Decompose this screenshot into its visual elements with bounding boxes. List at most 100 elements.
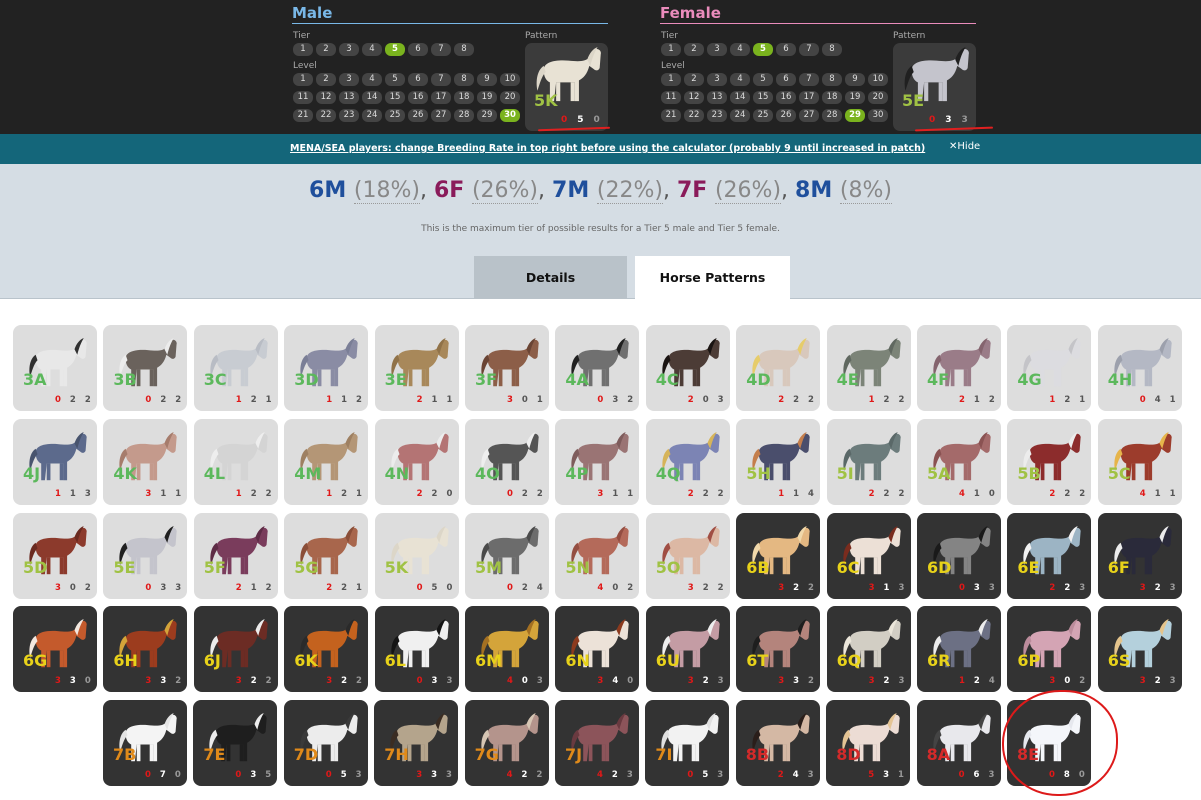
female-level-option[interactable]: 15 — [753, 91, 773, 104]
male-level-option[interactable]: 12 — [316, 91, 336, 104]
female-level-option[interactable]: 17 — [799, 91, 819, 104]
horse-pattern-card[interactable]: 6U 3 2 3 — [645, 606, 730, 693]
male-level-option[interactable]: 1 — [293, 73, 313, 86]
female-level-option[interactable]: 14 — [730, 91, 750, 104]
horse-pattern-card[interactable]: 6R 1 2 4 — [917, 606, 1001, 693]
female-pattern-selector[interactable]: 5E 0 3 3 — [893, 43, 976, 131]
female-level-option[interactable]: 1 — [661, 73, 681, 86]
notice-message[interactable]: MENA/SEA players: change Breeding Rate i… — [290, 143, 925, 154]
male-level-option[interactable]: 7 — [431, 73, 451, 86]
female-level-option[interactable]: 25 — [753, 109, 773, 122]
female-level-option[interactable]: 20 — [868, 91, 888, 104]
female-level-option[interactable]: 4 — [730, 73, 750, 86]
female-tier-option[interactable]: 4 — [730, 43, 750, 56]
horse-pattern-card[interactable]: 3F 3 0 1 — [465, 325, 549, 411]
horse-pattern-card[interactable]: 5O 3 2 2 — [645, 512, 730, 599]
horse-pattern-card[interactable]: 6Q 3 2 3 — [826, 606, 911, 693]
horse-pattern-card[interactable]: 5I 2 2 2 — [826, 418, 911, 505]
horse-pattern-card[interactable]: 8B 2 4 3 — [735, 700, 820, 787]
horse-pattern-card[interactable]: 6G 3 3 0 — [13, 606, 97, 693]
horse-pattern-card[interactable]: 5B 2 2 2 — [1007, 418, 1092, 505]
male-level-option[interactable]: 4 — [362, 73, 382, 86]
male-level-option[interactable]: 9 — [477, 73, 497, 86]
female-tier-option[interactable]: 7 — [799, 43, 819, 56]
female-level-option[interactable]: 21 — [661, 109, 681, 122]
female-level-option[interactable]: 11 — [661, 91, 681, 104]
horse-pattern-card[interactable]: 4H 0 4 1 — [1097, 325, 1182, 411]
male-level-option[interactable]: 24 — [362, 109, 382, 122]
horse-pattern-card[interactable]: 6S 3 2 3 — [1097, 606, 1182, 693]
male-level-option[interactable]: 10 — [500, 73, 520, 86]
horse-pattern-card[interactable]: 7G 4 2 2 — [464, 700, 549, 787]
female-tier-option[interactable]: 2 — [684, 43, 704, 56]
horse-pattern-card[interactable]: 4E 1 2 2 — [826, 325, 911, 411]
horse-pattern-card[interactable]: 6L 0 3 3 — [374, 606, 459, 693]
male-level-option[interactable]: 11 — [293, 91, 313, 104]
horse-pattern-card[interactable]: 5D 3 0 2 — [13, 512, 97, 599]
female-level-option[interactable]: 18 — [822, 91, 842, 104]
female-level-option[interactable]: 10 — [868, 73, 888, 86]
male-level-option[interactable]: 23 — [339, 109, 359, 122]
horse-pattern-card[interactable]: 6J 3 2 2 — [193, 606, 278, 693]
horse-pattern-card[interactable]: 7H 3 3 3 — [374, 700, 459, 787]
female-level-option[interactable]: 28 — [822, 109, 842, 122]
horse-pattern-card[interactable]: 6C 3 1 3 — [826, 512, 911, 599]
male-level-option[interactable]: 26 — [408, 109, 428, 122]
female-level-option[interactable]: 22 — [684, 109, 704, 122]
male-level-option[interactable]: 29 — [477, 109, 497, 122]
female-level-option[interactable]: 8 — [822, 73, 842, 86]
male-level-option[interactable]: 3 — [339, 73, 359, 86]
male-level-option[interactable]: 22 — [316, 109, 336, 122]
horse-pattern-card[interactable]: 4C 2 0 3 — [645, 325, 730, 411]
female-level-option[interactable]: 13 — [707, 91, 727, 104]
male-level-option[interactable]: 20 — [500, 91, 520, 104]
horse-pattern-card[interactable]: 7E 0 3 5 — [193, 700, 278, 787]
male-level-option[interactable]: 30 — [500, 109, 520, 122]
horse-pattern-card[interactable]: 5N 4 0 2 — [555, 512, 640, 599]
horse-pattern-card[interactable]: 6T 3 3 2 — [736, 606, 821, 693]
male-tier-option[interactable]: 7 — [431, 43, 451, 56]
horse-pattern-card[interactable]: 6D 0 3 3 — [917, 512, 1001, 599]
horse-pattern-card[interactable]: 4P 3 1 1 — [555, 418, 640, 505]
horse-pattern-card[interactable]: 6B 3 2 2 — [736, 512, 821, 599]
male-level-option[interactable]: 19 — [477, 91, 497, 104]
female-tier-option[interactable]: 8 — [822, 43, 842, 56]
male-level-option[interactable]: 28 — [454, 109, 474, 122]
male-level-option[interactable]: 6 — [408, 73, 428, 86]
horse-pattern-card[interactable]: 4N 2 2 0 — [374, 418, 459, 505]
horse-pattern-card[interactable]: 3B 0 2 2 — [103, 325, 188, 411]
female-level-option[interactable]: 6 — [776, 73, 796, 86]
horse-pattern-card[interactable]: 5A 4 1 0 — [917, 418, 1001, 505]
horse-pattern-card[interactable]: 4Q 2 2 2 — [645, 418, 730, 505]
male-tier-option[interactable]: 5 — [385, 43, 405, 56]
horse-pattern-card[interactable]: 6H 3 3 2 — [103, 606, 188, 693]
male-level-option[interactable]: 15 — [385, 91, 405, 104]
horse-pattern-card[interactable]: 4J 1 1 3 — [13, 418, 97, 505]
female-tier-option[interactable]: 3 — [707, 43, 727, 56]
male-level-option[interactable]: 5 — [385, 73, 405, 86]
male-tier-option[interactable]: 1 — [293, 43, 313, 56]
female-level-option[interactable]: 2 — [684, 73, 704, 86]
horse-pattern-card[interactable]: 4M 1 2 1 — [284, 418, 369, 505]
horse-pattern-card[interactable]: 4G 1 2 1 — [1007, 325, 1092, 411]
male-level-option[interactable]: 25 — [385, 109, 405, 122]
horse-pattern-card[interactable]: 5M 0 2 4 — [465, 512, 549, 599]
horse-pattern-card[interactable]: 8D 5 3 1 — [826, 700, 911, 787]
female-tier-option[interactable]: 6 — [776, 43, 796, 56]
horse-pattern-card[interactable]: 4K 3 1 1 — [103, 418, 188, 505]
male-level-option[interactable]: 18 — [454, 91, 474, 104]
horse-pattern-card[interactable]: 7B 0 7 0 — [103, 700, 187, 787]
horse-pattern-card[interactable]: 7D 0 5 3 — [283, 700, 368, 787]
horse-pattern-card[interactable]: 6M 4 0 3 — [465, 606, 549, 693]
male-level-option[interactable]: 8 — [454, 73, 474, 86]
horse-pattern-card[interactable]: 6E 2 2 3 — [1007, 512, 1092, 599]
male-level-option[interactable]: 2 — [316, 73, 336, 86]
horse-pattern-card[interactable]: 3C 1 2 1 — [193, 325, 278, 411]
male-level-option[interactable]: 14 — [362, 91, 382, 104]
female-level-option[interactable]: 29 — [845, 109, 865, 122]
male-level-option[interactable]: 13 — [339, 91, 359, 104]
female-level-option[interactable]: 24 — [730, 109, 750, 122]
horse-pattern-card[interactable]: 6F 3 2 3 — [1097, 512, 1182, 599]
hide-notice-button[interactable]: ✕Hide — [949, 141, 980, 152]
male-tier-option[interactable]: 6 — [408, 43, 428, 56]
